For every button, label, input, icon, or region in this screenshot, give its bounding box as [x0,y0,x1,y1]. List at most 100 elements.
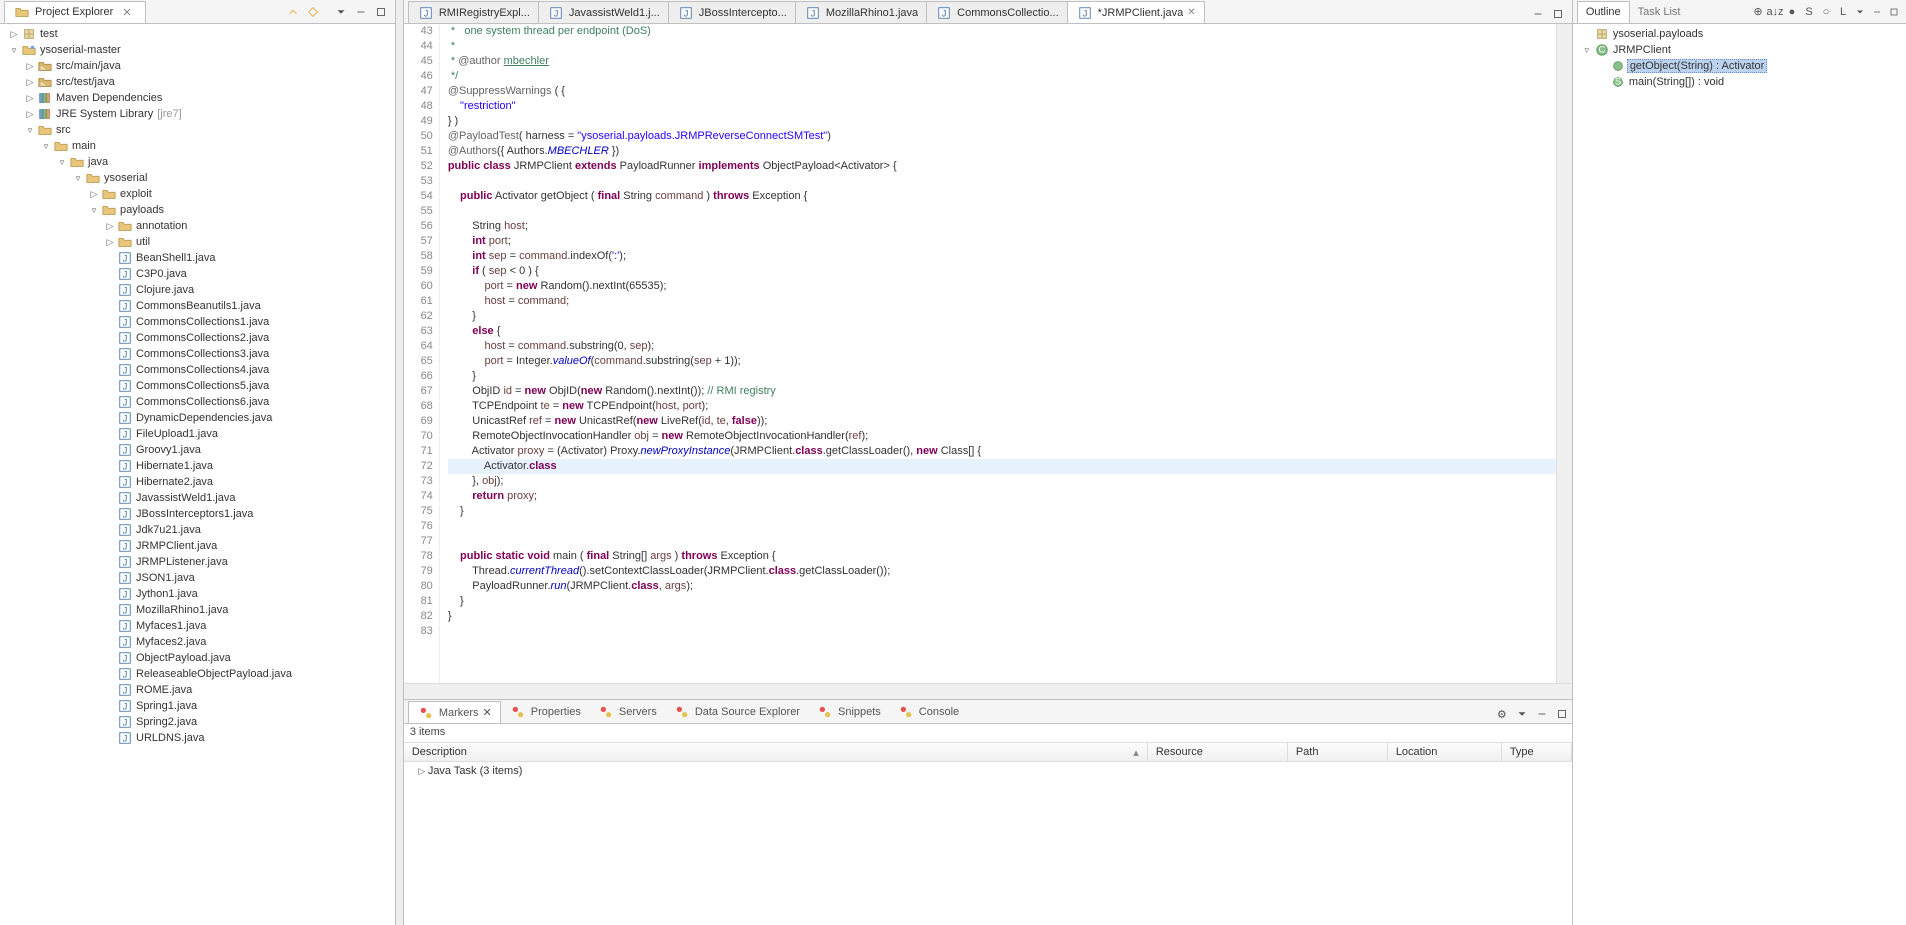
code-line[interactable]: UnicastRef ref = new UnicastRef(new Live… [448,414,1556,429]
twisty-icon[interactable]: ▿ [8,44,20,56]
code-line[interactable]: else { [448,324,1556,339]
tree-item[interactable]: JRMPListener.java [0,554,395,570]
code-line[interactable] [448,204,1556,219]
twisty-icon[interactable] [104,332,116,344]
code-line[interactable]: TCPEndpoint te = new TCPEndpoint(host, p… [448,399,1556,414]
code-line[interactable]: }, obj); [448,474,1556,489]
twisty-icon[interactable] [104,364,116,376]
tree-item[interactable]: ▷Maven Dependencies [0,90,395,106]
sort-icon[interactable]: a↓z [1768,5,1782,19]
tree-item[interactable]: ▷src/main/java [0,58,395,74]
tree-item[interactable]: Spring1.java [0,698,395,714]
twisty-icon[interactable] [104,268,116,280]
tree-item[interactable]: Hibernate1.java [0,458,395,474]
code-line[interactable]: port = Integer.valueOf(command.substring… [448,354,1556,369]
twisty-icon[interactable] [104,316,116,328]
tree-item[interactable]: JRMPClient.java [0,538,395,554]
tree-item[interactable]: Jython1.java [0,586,395,602]
twisty-icon[interactable] [104,476,116,488]
markers-table-body[interactable]: ▷ Java Task (3 items) [404,762,1572,925]
twisty-icon[interactable]: ▿ [24,124,36,136]
outline-tree[interactable]: ysoserial.payloads▿JRMPClientgetObject(S… [1573,24,1906,925]
twisty-icon[interactable] [104,604,116,616]
link-editor-icon[interactable] [304,3,322,21]
tree-item[interactable]: CommonsCollections6.java [0,394,395,410]
tree-item[interactable]: MozillaRhino1.java [0,602,395,618]
code-line[interactable]: host = command; [448,294,1556,309]
twisty-icon[interactable]: ▷ [24,60,36,72]
maximize-view-icon[interactable] [1553,705,1571,723]
code-line[interactable]: int sep = command.indexOf(':'); [448,249,1556,264]
outline-tab[interactable]: Task List [1630,1,1689,23]
twisty-icon[interactable]: ▷ [8,28,20,40]
code-line[interactable]: host = command.substring(0, sep); [448,339,1556,354]
twisty-icon[interactable] [104,412,116,424]
editor-tab[interactable]: MozillaRhino1.java [795,1,927,23]
column-header[interactable]: Resource [1148,743,1288,761]
code-line[interactable]: port = new Random().nextInt(65535); [448,279,1556,294]
tree-item[interactable]: ▷util [0,234,395,250]
code-line[interactable]: } [448,369,1556,384]
tree-item[interactable]: CommonsCollections4.java [0,362,395,378]
tree-item[interactable]: Myfaces2.java [0,634,395,650]
code-area[interactable]: * one system thread per endpoint (DoS) *… [440,24,1556,683]
bottom-tab[interactable]: Markers ✕ [408,701,501,723]
collapse-all-icon[interactable] [284,3,302,21]
code-line[interactable] [448,174,1556,189]
twisty-icon[interactable] [104,428,116,440]
twisty-icon[interactable]: ▿ [88,204,100,216]
twisty-icon[interactable] [104,732,116,744]
twisty-icon[interactable] [104,652,116,664]
bottom-tab[interactable]: Data Source Explorer [665,701,808,723]
tree-item[interactable]: JavassistWeld1.java [0,490,395,506]
tree-item[interactable]: ▷exploit [0,186,395,202]
twisty-icon[interactable] [104,572,116,584]
twisty-icon[interactable] [104,252,116,264]
tree-item[interactable]: Groovy1.java [0,442,395,458]
bottom-tab[interactable]: Snippets [808,701,889,723]
code-line[interactable]: } [448,609,1556,624]
twisty-icon[interactable] [104,444,116,456]
twisty-icon[interactable] [104,684,116,696]
maximize-view-icon[interactable] [372,3,390,21]
code-line[interactable]: * [448,39,1556,54]
tree-item[interactable]: ▷src/test/java [0,74,395,90]
column-header[interactable]: Location [1388,743,1502,761]
tree-item[interactable]: Myfaces1.java [0,618,395,634]
twisty-icon[interactable]: ▿ [72,172,84,184]
tree-item[interactable]: JBossInterceptors1.java [0,506,395,522]
tree-item[interactable]: CommonsCollections5.java [0,378,395,394]
tree-item[interactable]: URLDNS.java [0,730,395,746]
twisty-icon[interactable] [104,284,116,296]
twisty-icon[interactable] [104,700,116,712]
twisty-icon[interactable] [104,620,116,632]
code-line[interactable] [448,519,1556,534]
tree-item[interactable]: ▿src [0,122,395,138]
view-menu-icon[interactable] [1513,705,1531,723]
twisty-icon[interactable] [104,300,116,312]
twisty-icon[interactable] [1597,76,1609,88]
twisty-icon[interactable] [104,716,116,728]
tree-item[interactable]: ▿ysoserial-master [0,42,395,58]
code-line[interactable]: Activator proxy = (Activator) Proxy.newP… [448,444,1556,459]
code-line[interactable]: @PayloadTest( harness = "ysoserial.paylo… [448,129,1556,144]
tree-item[interactable]: Jdk7u21.java [0,522,395,538]
code-line[interactable]: int port; [448,234,1556,249]
code-line[interactable] [448,534,1556,549]
code-line[interactable]: } ) [448,114,1556,129]
close-view-icon[interactable] [118,3,136,21]
code-line[interactable]: } [448,594,1556,609]
twisty-icon[interactable] [104,508,116,520]
code-line[interactable]: "restriction" [448,99,1556,114]
markers-table-header[interactable]: Description ▴ResourcePathLocationType [404,742,1572,762]
tree-item[interactable]: CommonsCollections1.java [0,314,395,330]
sash-left[interactable] [396,0,404,925]
tree-item[interactable]: ReleaseableObjectPayload.java [0,666,395,682]
close-tab-icon[interactable]: ✕ [483,706,492,719]
twisty-icon[interactable] [104,348,116,360]
markers-group-row[interactable]: ▷ Java Task (3 items) [404,762,1572,780]
tree-item[interactable]: ▿java [0,154,395,170]
code-line[interactable]: public class JRMPClient extends PayloadR… [448,159,1556,174]
twisty-icon[interactable]: ▷ [88,188,100,200]
code-line[interactable]: * one system thread per endpoint (DoS) [448,24,1556,39]
